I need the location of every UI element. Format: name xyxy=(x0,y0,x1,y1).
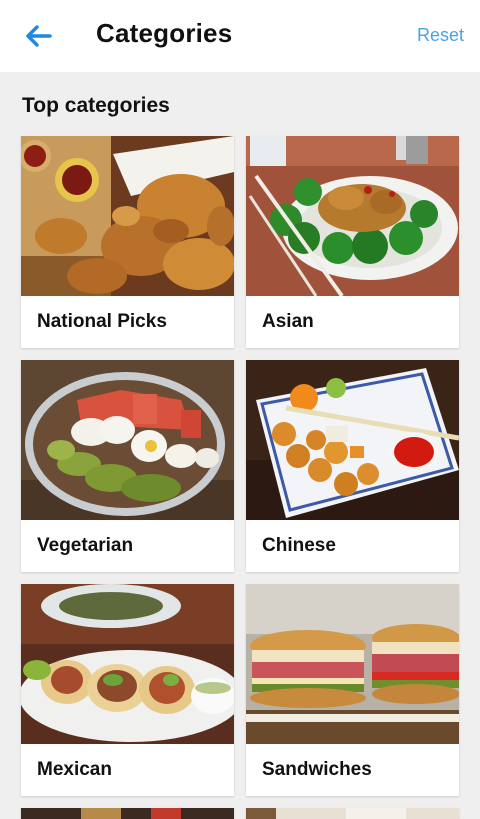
asian-dish-image xyxy=(246,136,459,296)
top-bar: Categories Reset xyxy=(0,0,480,72)
arrow-left-icon xyxy=(26,25,52,47)
tacos-image xyxy=(21,584,234,744)
category-label: Vegetarian xyxy=(37,535,134,556)
category-label: Asian xyxy=(262,311,314,332)
reset-button[interactable]: Reset xyxy=(417,25,464,46)
category-card-national-picks[interactable]: National Picks xyxy=(21,136,234,348)
page-title: Categories xyxy=(96,18,233,48)
category-card-sandwiches[interactable]: Sandwiches xyxy=(246,584,459,796)
category-card-partial[interactable] xyxy=(246,808,459,819)
category-card-asian[interactable]: Asian xyxy=(246,136,459,348)
vegetarian-bowl-image xyxy=(21,360,234,520)
section-title: Top categories xyxy=(22,94,170,117)
category-label: Mexican xyxy=(37,759,112,780)
category-label: Chinese xyxy=(262,535,336,556)
fried-chicken-image xyxy=(21,136,234,296)
category-label: National Picks xyxy=(37,311,167,332)
back-button[interactable] xyxy=(22,20,54,52)
category-card-mexican[interactable]: Mexican xyxy=(21,584,234,796)
category-card-partial[interactable] xyxy=(21,808,234,819)
category-grid: National Picks Asian Vegetarian Chinese … xyxy=(21,136,459,819)
chinese-dish-image xyxy=(246,360,459,520)
sandwiches-image xyxy=(246,584,459,744)
category-card-chinese[interactable]: Chinese xyxy=(246,360,459,572)
category-image-partial xyxy=(21,808,234,819)
category-card-vegetarian[interactable]: Vegetarian xyxy=(21,360,234,572)
category-image-partial xyxy=(246,808,459,819)
category-label: Sandwiches xyxy=(262,759,372,780)
